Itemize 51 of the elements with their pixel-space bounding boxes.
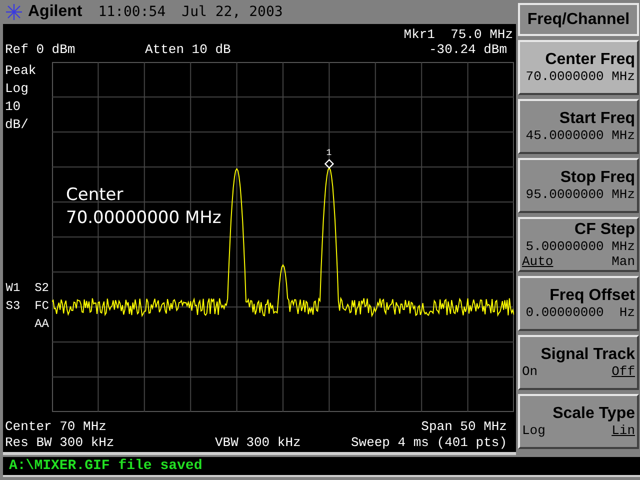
softkey-label: Freq Offset: [548, 287, 635, 305]
sweep-time: Sweep 4 ms (401 pts): [350, 436, 507, 452]
scale-annotation: Peak: [5, 62, 38, 80]
active-function-label: Center: [66, 184, 124, 206]
trace-annotation: S3 FC: [5, 298, 50, 314]
starburst-logo-icon: [6, 4, 22, 20]
softkey[interactable]: Stop Freq 95.0000000 MHz: [518, 158, 639, 213]
menu-title: Freq/Channel: [518, 3, 639, 36]
marker-amplitude: -30.24 dBm: [428, 42, 508, 59]
softkey-option: Log: [522, 423, 546, 438]
marker-readout: Mkr1 75.0 MHz: [404, 28, 513, 43]
trace-annotation: AA: [34, 316, 50, 332]
scale-annotation: dB/: [5, 116, 30, 134]
softkey-option: Man: [612, 254, 635, 268]
softkey-label: Start Freq: [558, 110, 635, 128]
softkey[interactable]: Center Freq 70.0000000 MHz: [518, 40, 639, 95]
brand-name: Agilent: [28, 2, 82, 22]
softkey-label: Stop Freq: [559, 169, 635, 187]
active-function-value: 70.00000000 MHz: [66, 206, 222, 230]
attenuation: Atten 10 dB: [145, 42, 231, 59]
softkey[interactable]: Freq Offset 0.00000000 Hz: [518, 276, 639, 331]
softkey-label: Scale Type: [552, 405, 635, 423]
reference-level: Ref 0 dBm: [5, 42, 76, 59]
softkey[interactable]: Scale Type Log Lin: [518, 394, 639, 449]
softkey[interactable]: Signal Track On Off: [518, 335, 639, 390]
softkey-value: 70.0000000 MHz: [524, 69, 635, 84]
softkey-option: Lin: [612, 423, 635, 438]
softkey-option: Off: [612, 364, 635, 379]
softkey-option: On: [522, 364, 538, 379]
softkey-value: 5.00000000 MHz: [524, 238, 635, 254]
center-frequency: Center 70 MHz: [5, 420, 106, 436]
softkey-label: Signal Track: [540, 346, 635, 364]
scale-annotation: Log: [5, 80, 30, 98]
softkey[interactable]: CF Step 5.00000000 MHz Auto Man: [518, 217, 639, 272]
resolution-bandwidth: Res BW 300 kHz: [5, 436, 116, 452]
status-message: A:\MIXER.GIF file saved: [9, 456, 202, 476]
video-bandwidth: VBW 300 kHz: [215, 436, 301, 452]
softkey[interactable]: Start Freq 45.0000000 MHz: [518, 99, 639, 154]
time: 11:00:54: [98, 2, 166, 22]
marker-icon: [324, 158, 334, 168]
softkey-value: 0.00000000 Hz: [524, 305, 635, 320]
softkey-option: Auto: [522, 254, 554, 268]
trace-annotation: W1 S2: [5, 280, 50, 296]
marker-number: 1: [326, 149, 332, 158]
frequency-span: Span 50 MHz: [421, 420, 507, 436]
scale-annotation: 10: [5, 98, 22, 116]
softkey-value: 45.0000000 MHz: [524, 128, 635, 143]
date: Jul 22, 2003: [182, 2, 283, 22]
softkey-label: Center Freq: [544, 51, 635, 69]
softkey-value: 95.0000000 MHz: [524, 187, 635, 202]
softkey-label: CF Step: [574, 220, 635, 238]
